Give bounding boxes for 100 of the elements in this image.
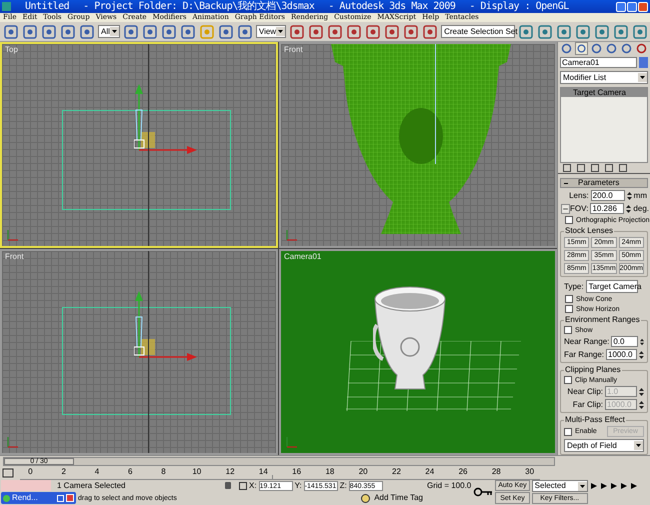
selection-filter-dropdown[interactable]: All — [98, 25, 120, 38]
viewport-label[interactable]: Front — [284, 46, 303, 54]
frame-number: 0 — [28, 468, 33, 476]
unit-label: mm — [634, 192, 647, 200]
frame-number: 4 — [94, 468, 100, 476]
spinner-arrows-icon[interactable] — [639, 350, 644, 360]
field-label: FOV: — [570, 204, 588, 212]
frame-number: 8 — [161, 468, 166, 476]
frame-number: 6 — [128, 468, 132, 476]
object-name-field[interactable]: Camera01 — [560, 57, 637, 68]
field-label: Far Clip: — [572, 400, 603, 408]
checkbox[interactable] — [565, 295, 573, 303]
frame-number: 14 — [258, 468, 268, 476]
window-title: Rend... — [12, 494, 38, 502]
restore-icon[interactable] — [57, 494, 64, 502]
coordinate-label: Z: — [340, 482, 347, 490]
group-title: Environment Ranges — [564, 316, 641, 324]
object-color-swatch[interactable] — [639, 57, 648, 68]
spinner-arrows-icon[interactable] — [626, 190, 632, 200]
window-title: Untitled — [25, 2, 70, 12]
frame-number: 26 — [458, 468, 468, 476]
spinner-arrows-icon[interactable] — [626, 204, 632, 214]
minimize-button[interactable] — [616, 2, 626, 12]
viewport-label[interactable]: Front — [5, 253, 24, 261]
window-title: - Display : OpenGL — [469, 2, 569, 12]
camera-gizmo-drawing — [134, 291, 198, 362]
frame-number: 12 — [226, 468, 235, 476]
caret-icon — [110, 27, 119, 36]
frame-number: 20 — [358, 468, 368, 476]
viewport[interactable]: Front — [0, 249, 278, 455]
field-label: Lens: — [569, 192, 589, 200]
play-icon[interactable] — [610, 482, 618, 490]
caret-icon — [578, 482, 587, 491]
spinner-field[interactable]: 1000.0 — [606, 349, 638, 360]
fov-direction-icon[interactable] — [561, 204, 570, 214]
field-label: Near Range: — [564, 338, 610, 346]
rollout-title: Parameters — [578, 179, 620, 187]
frame-number: 22 — [392, 468, 401, 476]
field-label: Far Range: — [564, 350, 604, 358]
spinner-field[interactable]: 200.0 — [590, 190, 625, 201]
window-title: - Autodesk 3ds Max 2009 — [328, 2, 456, 12]
caret-icon — [634, 441, 643, 450]
reference-coordinate-dropdown[interactable]: View — [256, 25, 286, 38]
key-icon[interactable] — [473, 486, 494, 498]
viewport-label[interactable]: Top — [5, 46, 18, 54]
spinner-arrows-icon[interactable] — [639, 386, 644, 396]
selection-set-dropdown[interactable]: Create Selection Set — [441, 25, 516, 38]
frame-number: 18 — [325, 468, 334, 476]
axis-tripod-icon — [285, 228, 299, 242]
frame-number: 28 — [492, 468, 501, 476]
group-title: Multi-Pass Effect — [564, 416, 626, 424]
app-icon — [2, 2, 11, 11]
spinner-arrows-icon[interactable] — [639, 400, 644, 410]
effect-dropdown[interactable]: Depth of Field — [564, 439, 644, 452]
rollout-header[interactable]: Parameters — [560, 178, 648, 188]
selection-status: 1 Camera Selected — [56, 480, 126, 491]
viewport-label[interactable]: Camera01 — [284, 253, 322, 261]
frame-number: 24 — [425, 468, 434, 476]
lock-icon[interactable] — [225, 482, 231, 489]
maximize-button[interactable] — [627, 2, 637, 12]
axis-tripod-icon — [6, 435, 20, 449]
group-title: Stock Lenses — [564, 227, 614, 235]
checkbox[interactable] — [564, 428, 572, 436]
checkbox[interactable] — [564, 326, 572, 334]
caret-icon — [638, 73, 647, 82]
coordinate-label: X: — [249, 482, 257, 490]
coordinate-label: Y: — [294, 482, 302, 490]
unit-label: deg. — [633, 204, 649, 212]
time-tag-icon[interactable] — [361, 494, 370, 502]
frame-number: 10 — [192, 468, 202, 476]
grid-status: Grid = 100.0 — [427, 480, 472, 491]
minimized-window-bar[interactable]: Rend... — [1, 492, 76, 504]
spinner-arrows-icon[interactable] — [640, 336, 644, 346]
spinner-field[interactable]: 0.0 — [611, 336, 638, 347]
frame-number: 16 — [292, 468, 302, 476]
add-time-tag-text[interactable]: Add Time Tag — [374, 494, 423, 502]
axis-tripod-icon — [285, 435, 299, 449]
viewport[interactable]: Camera01 — [279, 249, 557, 455]
window-title: - Project Folder: D:\Backup\我的文档\3dsmax — [83, 2, 314, 12]
frame-number: 30 — [525, 468, 534, 476]
caret-icon — [276, 27, 286, 36]
window-icon — [3, 494, 10, 502]
field-label: Near Clip: — [567, 388, 603, 396]
spinner-field[interactable]: 10.286 — [590, 203, 624, 214]
modifier-list-dropdown[interactable]: Modifier List — [560, 71, 648, 84]
group-title: Clipping Planes — [564, 366, 622, 374]
camera-gizmo-drawing — [134, 84, 198, 155]
axis-tripod-icon — [6, 228, 20, 242]
viewport[interactable]: Top — [0, 42, 278, 248]
stack-item[interactable]: Target Camera — [561, 88, 647, 97]
key-mode-dropdown[interactable]: Selected — [532, 480, 588, 492]
field-label: Type: — [564, 282, 584, 290]
close-icon[interactable] — [66, 494, 74, 502]
maxscript-listener-field[interactable] — [1, 480, 51, 491]
checkbox[interactable] — [564, 376, 572, 384]
checkbox[interactable] — [565, 216, 573, 224]
viewport[interactable]: Front — [279, 42, 557, 248]
checkbox[interactable] — [565, 305, 573, 313]
frame-number: 2 — [61, 468, 66, 476]
close-button[interactable] — [638, 2, 648, 12]
